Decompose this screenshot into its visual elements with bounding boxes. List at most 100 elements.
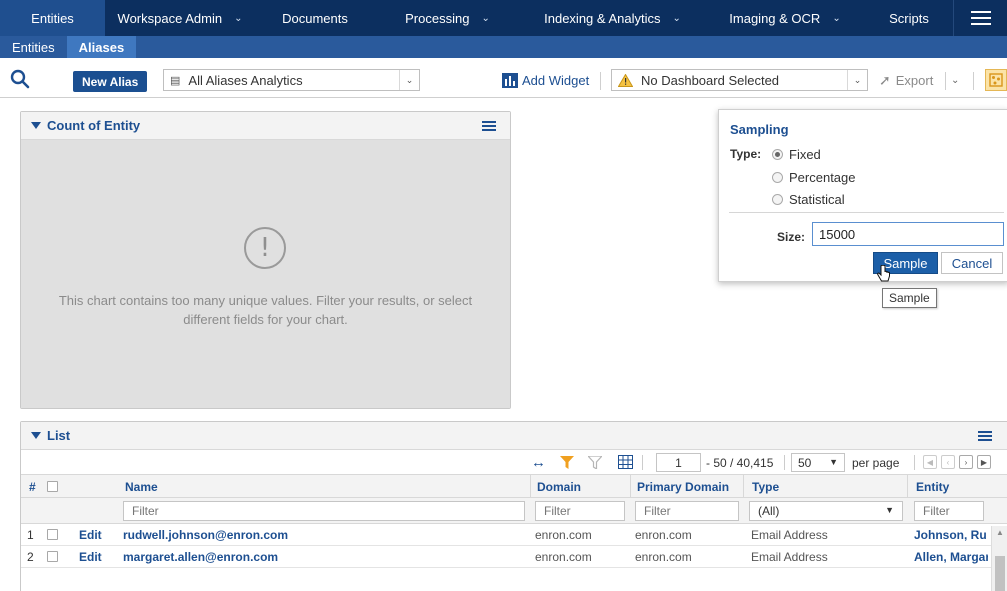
column-header-type[interactable]: Type (748, 475, 779, 499)
page-input[interactable] (656, 453, 701, 472)
scrollbar-thumb[interactable] (995, 556, 1005, 591)
search-button[interactable] (10, 68, 30, 90)
primary-domain-filter-input[interactable] (635, 501, 739, 521)
domain-cell: enron.com (535, 550, 592, 564)
per-page-select[interactable]: 50 ▼ (791, 453, 845, 472)
dropdown-arrow-icon: ▼ (829, 457, 838, 467)
top-navigation: Entities Workspace Admin ⌄ Documents Proc… (0, 0, 1007, 36)
divider (973, 72, 974, 90)
name-link[interactable]: rudwell.johnson@enron.com (123, 524, 288, 546)
export-dropdown[interactable]: ⌄ (951, 69, 959, 91)
export-icon: ➚ (879, 71, 891, 88)
collapse-icon[interactable] (31, 122, 41, 129)
type-cell: Email Address (751, 528, 828, 542)
collapse-icon[interactable] (31, 432, 41, 439)
filter-icon[interactable] (560, 456, 574, 469)
nav-tab-documents[interactable]: Documents (255, 0, 375, 36)
export-button[interactable]: ➚ Export (879, 69, 933, 91)
fit-columns-icon[interactable]: ↔ (531, 454, 546, 471)
column-header-name[interactable]: Name (121, 475, 158, 499)
subtab-aliases[interactable]: Aliases (66, 36, 137, 58)
row-checkbox[interactable] (47, 551, 58, 562)
column-header-num[interactable]: # (25, 475, 36, 499)
list-panel: List ↔ - 50 / 40,415 50 ▼ per page ◀ ‹ ›… (20, 421, 1007, 591)
radio-statistical[interactable]: Statistical (772, 192, 845, 207)
chevron-down-icon: ⌄ (951, 74, 960, 86)
column-divider (907, 475, 908, 499)
radio-icon (772, 194, 783, 205)
next-page-button[interactable]: › (959, 455, 973, 469)
dropdown-arrow-icon: ▼ (885, 505, 894, 515)
chart-panel: Count of Entity ! This chart contains to… (20, 111, 511, 409)
grid-icon[interactable] (618, 455, 633, 469)
edit-link[interactable]: Edit (79, 546, 102, 568)
size-label: Size: (777, 230, 806, 244)
nav-tab-processing[interactable]: Processing ⌄ (375, 0, 520, 36)
view-select[interactable]: ▤ All Aliases Analytics ⌄ (163, 69, 420, 91)
select-all-checkbox[interactable] (47, 481, 58, 492)
type-filter-select[interactable]: (All) ▼ (749, 501, 903, 521)
table-row[interactable]: 2 Edit margaret.allen@enron.com enron.co… (21, 546, 1007, 568)
sampling-button[interactable] (985, 69, 1007, 91)
divider (642, 455, 643, 470)
last-page-button[interactable]: ▶ (977, 455, 991, 469)
column-header-domain[interactable]: Domain (533, 475, 581, 499)
warning-icon (618, 73, 633, 87)
row-checkbox[interactable] (47, 529, 58, 540)
view-icon: ▤ (170, 74, 181, 87)
clear-filter-icon[interactable] (588, 456, 602, 469)
add-widget-button[interactable]: Add Widget (502, 69, 589, 91)
grid-header: # Name Domain Primary Domain Type Entity (21, 474, 1007, 499)
divider (600, 72, 601, 90)
domain-filter-input[interactable] (535, 501, 625, 521)
cancel-button[interactable]: Cancel (941, 252, 1003, 274)
search-icon (10, 69, 30, 89)
subtab-entities[interactable]: Entities (0, 36, 67, 58)
hamburger-icon (970, 11, 991, 25)
name-filter-input[interactable] (123, 501, 525, 521)
edit-link[interactable]: Edit (79, 524, 102, 546)
list-toolbar: ↔ - 50 / 40,415 50 ▼ per page ◀ ‹ › ▶ (21, 450, 1007, 474)
entity-link[interactable]: Allen, Margar (914, 546, 988, 568)
chart-body: ! This chart contains too many unique va… (21, 140, 510, 408)
sub-navigation: Entities Aliases (0, 36, 1007, 58)
table-row[interactable]: 1 Edit rudwell.johnson@enron.com enron.c… (21, 524, 1007, 546)
nav-tab-scripts[interactable]: Scripts (865, 0, 953, 36)
divider (729, 212, 1004, 213)
nav-tab-entities[interactable]: Entities (0, 0, 105, 36)
chevron-down-icon: ⌄ (234, 12, 243, 24)
radio-percentage[interactable]: Percentage (772, 170, 856, 185)
nav-tab-imaging-ocr[interactable]: Imaging & OCR ⌄ (705, 0, 865, 36)
chevron-down-icon: ⌄ (832, 12, 841, 24)
row-number: 1 (27, 528, 34, 542)
column-divider (530, 475, 531, 499)
list-panel-header[interactable]: List (21, 422, 1007, 450)
first-page-button[interactable]: ◀ (923, 455, 937, 469)
nav-tab-indexing-analytics[interactable]: Indexing & Analytics ⌄ (520, 0, 705, 36)
chevron-down-icon: ⌄ (847, 70, 867, 90)
name-link[interactable]: margaret.allen@enron.com (123, 546, 278, 568)
prev-page-button[interactable]: ‹ (941, 455, 955, 469)
scrollbar[interactable]: ▲ (991, 526, 1007, 591)
bar-chart-icon (502, 72, 518, 88)
radio-fixed[interactable]: Fixed (772, 147, 821, 162)
column-header-primary-domain[interactable]: Primary Domain (633, 475, 729, 499)
new-alias-button[interactable]: New Alias (73, 71, 148, 92)
panel-menu-icon[interactable] (978, 431, 992, 441)
column-header-entity[interactable]: Entity (912, 475, 949, 499)
nav-tab-workspace-admin[interactable]: Workspace Admin ⌄ (105, 0, 255, 36)
grid-filter-row: (All) ▼ (21, 498, 1007, 524)
type-label: Type: (730, 147, 762, 161)
sampling-title: Sampling (730, 122, 789, 137)
chart-panel-header[interactable]: Count of Entity (21, 112, 510, 140)
entity-filter-input[interactable] (914, 501, 984, 521)
scroll-up-icon[interactable]: ▲ (996, 528, 1004, 537)
chevron-down-icon: ⌄ (672, 12, 681, 24)
chevron-down-icon: ⌄ (481, 12, 490, 24)
page-range: - 50 / 40,415 (706, 456, 774, 470)
panel-menu-icon[interactable] (482, 121, 496, 131)
main-menu-button[interactable] (953, 0, 1007, 36)
entity-link[interactable]: Johnson, Ru (914, 524, 988, 546)
sample-size-input[interactable] (812, 222, 1004, 246)
dashboard-select[interactable]: No Dashboard Selected ⌄ (611, 69, 868, 91)
